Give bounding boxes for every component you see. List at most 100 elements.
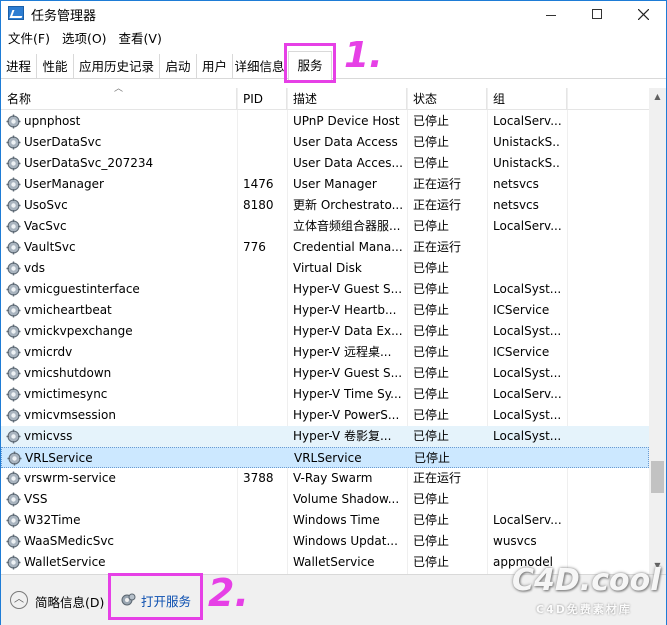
- service-gear-icon: [6, 198, 21, 213]
- service-gear-icon: [6, 282, 21, 297]
- service-row[interactable]: vmicguestinterface Hyper-V Guest S... 已停止 L…: [1, 279, 649, 300]
- service-name: W32Time: [24, 513, 81, 527]
- service-row[interactable]: vds Virtual Disk 已停止: [1, 258, 649, 279]
- service-description: Hyper-V Data Ex...: [293, 324, 403, 338]
- service-group: LocalServ...: [493, 513, 561, 527]
- maximize-button[interactable]: [574, 1, 620, 27]
- service-row[interactable]: UserDataSvc User Data Access 已停止 UnistackS.…: [1, 132, 649, 153]
- service-status: 已停止: [413, 282, 450, 296]
- header-status[interactable]: 状态: [407, 88, 487, 110]
- service-pid: [243, 132, 285, 153]
- service-pid: [243, 111, 285, 132]
- service-gear-icon: [6, 429, 21, 444]
- service-description: Hyper-V Time Sy...: [293, 387, 402, 401]
- service-group: ICService: [493, 303, 550, 317]
- service-description: Windows Updat...: [293, 534, 398, 548]
- service-gear-icon: [6, 513, 21, 528]
- service-group: LocalServ...: [493, 219, 561, 233]
- vertical-scrollbar[interactable]: ▲ ▼: [649, 88, 666, 574]
- service-row[interactable]: vmicvss Hyper-V 卷影复... 已停止 LocalSyst...: [1, 426, 649, 447]
- service-name: UserDataSvc: [24, 135, 102, 149]
- service-row[interactable]: UserManager 1476 User Manager 正在运行 netsvcs: [1, 174, 649, 195]
- service-name: vmicrdv: [24, 345, 73, 359]
- header-name[interactable]: 名称: [1, 88, 237, 110]
- service-name: vrswrm-service: [24, 471, 116, 485]
- service-pid: [243, 552, 285, 573]
- service-gear-icon: [6, 177, 21, 192]
- title-bar: 任务管理器: [1, 1, 666, 27]
- service-row[interactable]: vrswrm-service 3788 V-Ray Swarm 正在运行: [1, 468, 649, 489]
- service-description: 更新 Orchestrato...: [293, 198, 404, 212]
- service-gear-icon: [6, 324, 21, 339]
- service-pid: [244, 448, 286, 469]
- close-icon: [637, 8, 649, 20]
- service-status: 正在运行: [413, 177, 462, 191]
- task-manager-window: 任务管理器 文件(F) 选项(O) 查看(V) 进程 性能 应用历史记录 启动 …: [0, 0, 667, 625]
- service-status: 已停止: [413, 513, 450, 527]
- service-status: 已停止: [413, 135, 450, 149]
- service-pid: [243, 426, 285, 447]
- service-gear-icon: [6, 534, 21, 549]
- service-status: 已停止: [413, 219, 450, 233]
- service-row[interactable]: UsoSvc 8180 更新 Orchestrato... 正在运行 netsvcs: [1, 195, 649, 216]
- scrollbar-thumb[interactable]: [651, 461, 664, 493]
- service-row[interactable]: vmicheartbeat Hyper-V Heartb... 已停止 ICServi…: [1, 300, 649, 321]
- menu-file[interactable]: 文件(F): [1, 28, 56, 50]
- service-gear-icon: [6, 492, 21, 507]
- tab-users[interactable]: 用户: [197, 54, 233, 79]
- service-status: 已停止: [413, 261, 450, 275]
- header-pid[interactable]: PID: [237, 88, 287, 110]
- service-row[interactable]: VacSvc 立体音频组合器服... 已停止 LocalServ...: [1, 216, 649, 237]
- service-status: 已停止: [413, 114, 450, 128]
- service-status: 已停止: [413, 492, 450, 506]
- collapse-chevron-icon[interactable]: ︿: [10, 591, 28, 609]
- tab-startup[interactable]: 启动: [160, 54, 197, 79]
- service-row[interactable]: vmictimesync Hyper-V Time Sy... 已停止 LocalSe…: [1, 384, 649, 405]
- service-group: LocalSyst...: [493, 429, 561, 443]
- service-row[interactable]: VSS Volume Shadow... 已停止: [1, 489, 649, 510]
- window-title: 任务管理器: [31, 9, 97, 24]
- header-group[interactable]: 组: [487, 88, 567, 110]
- tab-details[interactable]: 详细信息: [233, 54, 287, 79]
- service-name: UserManager: [24, 177, 104, 191]
- tab-processes[interactable]: 进程: [1, 54, 37, 79]
- service-group: UnistackS...: [493, 156, 561, 170]
- service-row[interactable]: vmicvmsession Hyper-V PowerS... 已停止 LocalSy…: [1, 405, 649, 426]
- watermark-subtext: C4D免费素材库: [536, 603, 632, 616]
- service-name: WaaSMedicSvc: [24, 534, 115, 548]
- service-row[interactable]: W32Time Windows Time 已停止 LocalServ...: [1, 510, 649, 531]
- menu-options[interactable]: 选项(O): [56, 28, 113, 50]
- service-name: VRLService: [25, 451, 93, 465]
- service-row[interactable]: vmicrdv Hyper-V 远程桌... 已停止 ICService: [1, 342, 649, 363]
- service-gear-icon: [6, 114, 21, 129]
- service-row[interactable]: vmickvpexchange Hyper-V Data Ex... 已停止 Loca…: [1, 321, 649, 342]
- service-row[interactable]: vmicshutdown Hyper-V Guest S... 已停止 LocalSy…: [1, 363, 649, 384]
- tab-performance[interactable]: 性能: [37, 54, 74, 79]
- service-name: vmickvpexchange: [24, 324, 133, 338]
- header-description[interactable]: 描述: [287, 88, 407, 110]
- fewer-details-link[interactable]: 简略信息(D): [35, 592, 104, 611]
- service-status: 已停止: [413, 429, 450, 443]
- service-pid: [243, 363, 285, 384]
- scroll-up-icon[interactable]: ▲: [649, 88, 666, 105]
- service-gear-icon: [6, 408, 21, 423]
- service-row[interactable]: VaultSvc 776 Credential Mana... 正在运行: [1, 237, 649, 258]
- minimize-button[interactable]: [528, 1, 574, 27]
- service-description: User Data Access: [293, 135, 398, 149]
- service-status: 正在运行: [413, 240, 462, 254]
- service-group: LocalSyst...: [493, 408, 561, 422]
- service-row[interactable]: WaaSMedicSvc Windows Updat... 已停止 wusvcs: [1, 531, 649, 552]
- service-row[interactable]: UserDataSvc_207234 User Data Acces... 已停止 U…: [1, 153, 649, 174]
- service-group: LocalSyst...: [493, 282, 561, 296]
- close-button[interactable]: [620, 1, 666, 27]
- service-pid: [243, 405, 285, 426]
- service-description: Hyper-V PowerS...: [293, 408, 400, 422]
- service-row[interactable]: upnphost UPnP Device Host 已停止 LocalServ...: [1, 111, 649, 132]
- service-status: 已停止: [413, 408, 450, 422]
- service-description: Hyper-V Guest S...: [293, 282, 403, 296]
- service-name: vds: [24, 261, 45, 275]
- service-row[interactable]: VRLService VRLService 已停止: [1, 447, 649, 468]
- service-group: [493, 489, 561, 510]
- menu-view[interactable]: 查看(V): [113, 28, 168, 50]
- tab-app-history[interactable]: 应用历史记录: [74, 54, 160, 79]
